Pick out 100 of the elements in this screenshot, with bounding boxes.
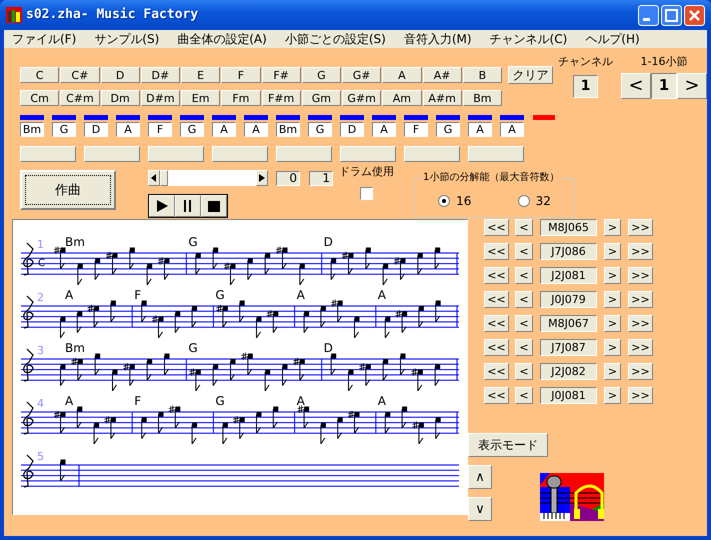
pattern-code-field[interactable]: J0J081 — [540, 386, 597, 404]
pattern-code-field[interactable]: M8J065 — [540, 218, 597, 236]
pattern-slot-button[interactable] — [148, 146, 204, 162]
stop-button[interactable] — [201, 195, 227, 217]
pattern-code-field[interactable]: J2J082 — [540, 362, 597, 380]
bar-chord[interactable]: G — [52, 122, 76, 137]
scroll-thumb[interactable] — [160, 170, 168, 186]
bar-chord[interactable]: G — [180, 122, 204, 137]
chord-button[interactable]: F#m — [262, 90, 301, 106]
menu-item[interactable]: サンプル(S) — [92, 30, 162, 48]
chord-button[interactable]: F — [221, 67, 260, 83]
first-button[interactable]: << — [484, 266, 509, 284]
next-button[interactable]: > — [677, 72, 707, 98]
bar-chord[interactable]: D — [84, 122, 108, 137]
next-button[interactable]: > — [604, 266, 621, 284]
next-button[interactable]: > — [604, 338, 621, 356]
last-button[interactable]: >> — [628, 290, 653, 308]
first-button[interactable]: << — [484, 290, 509, 308]
last-button[interactable]: >> — [628, 242, 653, 260]
last-button[interactable]: >> — [628, 218, 653, 236]
bar-chord[interactable]: F — [148, 122, 172, 137]
next-button[interactable]: > — [604, 290, 621, 308]
bar-chord[interactable]: A — [500, 122, 524, 137]
last-button[interactable]: >> — [628, 338, 653, 356]
previous-button[interactable]: < — [515, 338, 533, 356]
pattern-code-field[interactable]: J7J087 — [540, 338, 597, 356]
previous-button[interactable]: < — [621, 72, 651, 98]
chord-button[interactable]: Cm — [20, 90, 60, 106]
clear-button[interactable]: クリア — [508, 66, 553, 84]
end-field[interactable]: 1 — [309, 170, 333, 186]
bar-chord[interactable]: A — [212, 122, 236, 137]
chord-button[interactable]: C# — [60, 67, 100, 83]
bar-chord[interactable]: A — [244, 122, 268, 137]
bar-chord[interactable]: A — [116, 122, 140, 137]
previous-button[interactable]: < — [515, 266, 533, 284]
menu-item[interactable]: 音符入力(M) — [402, 30, 474, 48]
scroll-left-icon[interactable] — [148, 170, 160, 186]
chord-button[interactable]: A# — [422, 67, 462, 83]
scroll-up-button[interactable]: ∧ — [468, 465, 492, 489]
last-button[interactable]: >> — [628, 266, 653, 284]
menu-item[interactable]: 曲全体の設定(A) — [175, 30, 269, 48]
bar-chord[interactable]: Bm — [276, 122, 300, 137]
chord-button[interactable]: Fm — [221, 90, 260, 106]
last-button[interactable]: >> — [628, 362, 653, 380]
bar-chord[interactable]: Bm — [20, 122, 44, 137]
chord-button[interactable]: G#m — [342, 90, 382, 106]
next-button[interactable]: > — [604, 386, 621, 404]
chord-button[interactable]: C#m — [60, 90, 100, 106]
pause-button[interactable] — [175, 195, 201, 217]
pattern-slot-button[interactable] — [276, 146, 332, 162]
menu-item[interactable]: ヘルプ(H) — [583, 30, 642, 48]
menu-item[interactable]: 小節ごとの設定(S) — [282, 30, 388, 48]
next-button[interactable]: > — [604, 242, 621, 260]
menu-item[interactable]: ファイル(F) — [10, 30, 78, 48]
chord-button[interactable]: Em — [181, 90, 220, 106]
bar-chord[interactable]: A — [468, 122, 492, 137]
chord-button[interactable]: A#m — [422, 90, 462, 106]
chord-button[interactable]: Dm — [100, 90, 140, 106]
resolution-radio[interactable]: 32 — [518, 192, 551, 210]
previous-button[interactable]: < — [515, 362, 533, 380]
channel-field[interactable]: 1 — [573, 74, 598, 98]
chord-button[interactable]: Am — [382, 90, 422, 106]
drum-checkbox[interactable] — [360, 186, 373, 200]
chord-button[interactable]: Gm — [302, 90, 341, 106]
close-button[interactable] — [684, 4, 705, 26]
first-button[interactable]: << — [484, 386, 509, 404]
chord-button[interactable]: D# — [140, 67, 180, 83]
chord-button[interactable]: B — [462, 67, 502, 83]
pattern-slot-button[interactable] — [468, 146, 524, 162]
previous-button[interactable]: < — [515, 290, 533, 308]
resolution-radio[interactable]: 16 — [438, 192, 472, 210]
maximize-button[interactable] — [661, 4, 682, 26]
first-button[interactable]: << — [484, 338, 509, 356]
chord-button[interactable]: A — [382, 67, 422, 83]
menu-item[interactable]: チャンネル(C) — [488, 30, 570, 48]
chord-button[interactable]: E — [181, 67, 220, 83]
pattern-slot-button[interactable] — [20, 146, 76, 162]
pattern-code-field[interactable]: J0J079 — [540, 290, 597, 308]
bar-chord[interactable]: F — [404, 122, 428, 137]
first-button[interactable]: << — [484, 242, 509, 260]
pattern-slot-button[interactable] — [340, 146, 396, 162]
bar-chord[interactable]: G — [308, 122, 332, 137]
next-button[interactable]: > — [604, 362, 621, 380]
chord-button[interactable]: F# — [262, 67, 301, 83]
scroll-down-button[interactable]: ∨ — [468, 497, 492, 521]
pattern-code-field[interactable]: J7J086 — [540, 242, 597, 260]
pattern-slot-button[interactable] — [404, 146, 460, 162]
chord-button[interactable]: G# — [342, 67, 382, 83]
minimize-button[interactable] — [638, 4, 659, 26]
chord-button[interactable]: C — [20, 67, 60, 83]
first-button[interactable]: << — [484, 362, 509, 380]
scroll-right-icon[interactable] — [256, 170, 268, 186]
last-button[interactable]: >> — [628, 386, 653, 404]
chord-button[interactable]: D — [100, 67, 140, 83]
compose-button[interactable]: 作曲 — [20, 170, 116, 210]
position-scrollbar[interactable] — [148, 170, 268, 186]
play-button[interactable] — [149, 195, 175, 217]
next-button[interactable]: > — [604, 314, 621, 332]
previous-button[interactable]: < — [515, 386, 533, 404]
chord-button[interactable]: G — [302, 67, 341, 83]
